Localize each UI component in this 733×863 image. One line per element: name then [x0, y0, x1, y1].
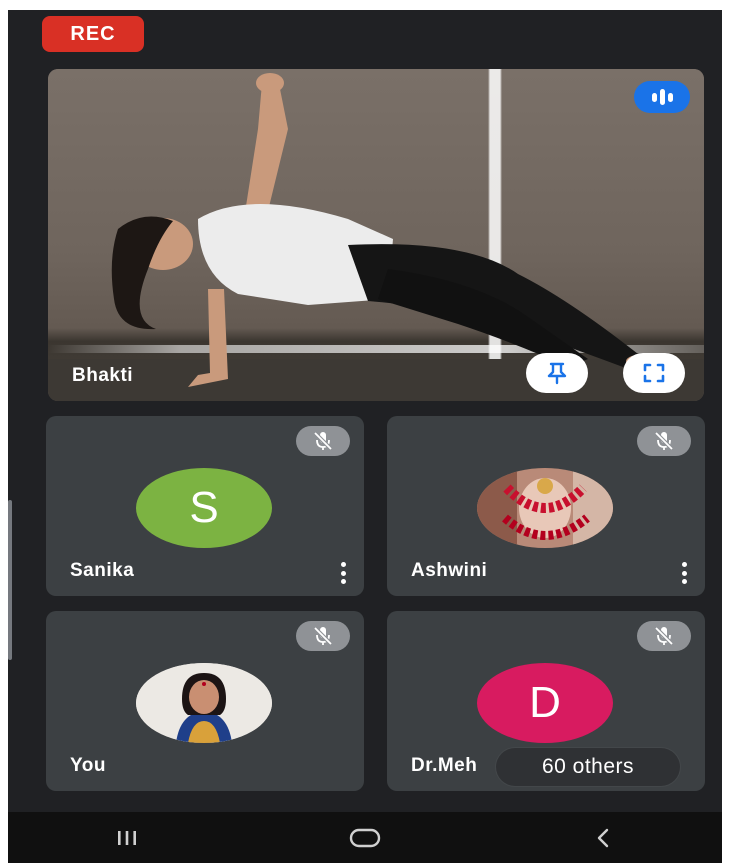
mic-off-badge	[296, 621, 350, 651]
avatar-initial: D	[529, 678, 561, 727]
recents-icon	[118, 830, 136, 845]
recording-label: REC	[70, 22, 116, 45]
participant-name: Dr.Meh	[411, 755, 478, 776]
more-vert-icon[interactable]	[681, 562, 687, 584]
recording-badge: REC	[42, 16, 144, 52]
back-button[interactable]	[573, 818, 633, 858]
main-video-tile[interactable]: Bhakti	[48, 69, 704, 401]
pin-icon	[547, 362, 567, 385]
participant-tile[interactable]: Ashwini	[387, 416, 705, 596]
speaking-indicator	[634, 81, 690, 113]
avatar-photo	[136, 663, 272, 743]
home-button[interactable]	[335, 818, 395, 858]
back-icon	[597, 828, 609, 847]
others-count-label: 60 others	[541, 755, 635, 778]
mic-off-badge	[637, 426, 691, 456]
audio-wave-icon	[651, 92, 657, 102]
participant-tile[interactable]: S Sanika	[46, 416, 364, 596]
fullscreen-icon	[643, 363, 665, 383]
mic-off-badge	[637, 621, 691, 651]
home-icon	[349, 828, 381, 847]
meeting-screen: REC Bhakti S Sanika Ashwini You D Dr.Meh…	[8, 10, 722, 863]
recents-button[interactable]	[97, 818, 157, 858]
fullscreen-button[interactable]	[623, 353, 685, 393]
participant-video-figure	[48, 73, 704, 401]
mic-off-icon	[654, 626, 674, 646]
participant-name: You	[70, 755, 106, 776]
deity-photo-image	[477, 468, 613, 548]
avatar: D	[477, 663, 613, 743]
participant-tile[interactable]: You	[46, 611, 364, 791]
user-photo-image	[136, 663, 272, 743]
mic-off-icon	[654, 431, 674, 451]
avatar-initial: S	[189, 483, 219, 532]
main-participant-name: Bhakti	[72, 365, 134, 386]
mic-off-icon	[313, 626, 333, 646]
mic-off-icon	[313, 431, 333, 451]
mic-off-badge	[296, 426, 350, 456]
others-pill-button[interactable]: 60 others	[496, 748, 680, 786]
avatar-photo	[477, 468, 613, 548]
system-navigation-bar	[8, 812, 722, 863]
participant-name: Ashwini	[411, 560, 488, 581]
edge-panel-handle[interactable]	[8, 500, 12, 660]
participant-name: Sanika	[70, 560, 135, 581]
more-vert-icon[interactable]	[340, 562, 346, 584]
avatar: S	[136, 468, 272, 548]
pin-button[interactable]	[526, 353, 588, 393]
